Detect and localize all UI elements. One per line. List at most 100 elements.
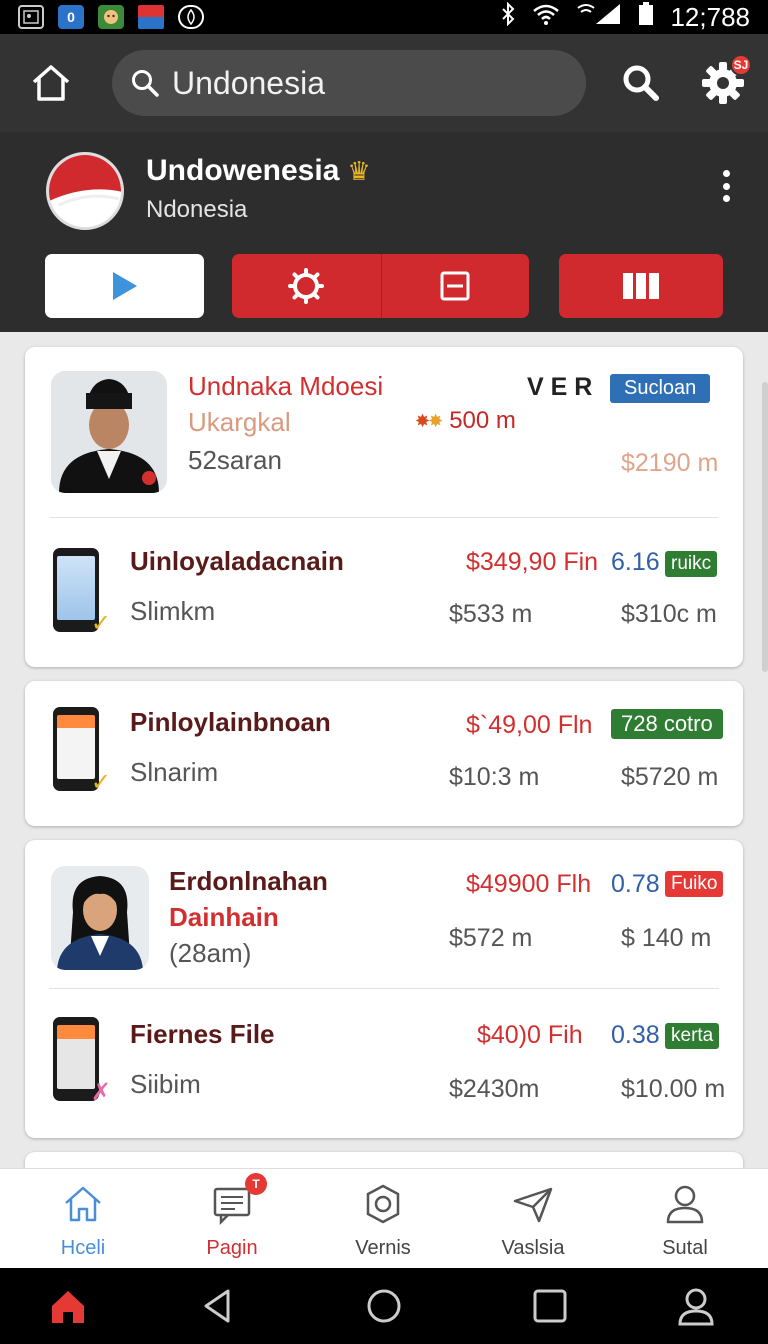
battery-icon	[638, 2, 654, 32]
gear-action-button[interactable]	[232, 254, 381, 318]
phone-icon: ✗	[53, 1017, 111, 1106]
status-bar: 0 12;788	[0, 0, 768, 34]
item-subtitle: Slnarim	[130, 757, 219, 787]
status-clock: 12;788	[670, 1, 750, 32]
nav-item-home[interactable]: Hceli	[8, 1169, 158, 1269]
game-icon	[98, 5, 124, 29]
crown-icon: ♛	[347, 156, 371, 186]
send-icon	[512, 1183, 554, 1225]
window-action-button[interactable]	[380, 254, 530, 318]
home-button[interactable]	[28, 60, 74, 106]
item-price: $`49,00 Fln	[466, 711, 593, 739]
scrollbar[interactable]	[762, 382, 768, 672]
back-button[interactable]	[198, 1286, 238, 1326]
item-score: 0.38	[611, 1021, 660, 1049]
nav-badge: T	[245, 1173, 267, 1195]
bluetooth-icon	[500, 1, 516, 32]
item-list[interactable]: Undnaka Mdoesi Ukargkal 52saran V E R Su…	[0, 332, 768, 1168]
item-title: Uinloyaladacnain	[130, 546, 344, 576]
system-status: 12;788	[500, 2, 750, 33]
item-subtitle: Ukargkal	[188, 407, 291, 437]
item-card[interactable]	[25, 1152, 743, 1168]
item-amount: $2430m	[449, 1075, 540, 1103]
settings-icon	[362, 1183, 404, 1225]
list-item[interactable]: ✗ Fiernes File Siibim $40)0 Fih 0.38 ker…	[25, 989, 743, 1138]
status-badge: ruikc	[665, 551, 718, 577]
list-item[interactable]: ✓ Pinloylainbnoan Slnarim $`49,00 Fln 72…	[25, 681, 743, 826]
item-subtitle: Siibim	[130, 1069, 201, 1099]
security-icon	[178, 5, 204, 29]
photo-icon	[18, 5, 44, 29]
item-detail: 52saran	[188, 445, 282, 475]
item-score: 0.78	[611, 870, 660, 898]
status-badge: Fuiko	[665, 871, 724, 897]
play-button[interactable]	[45, 254, 204, 318]
window-icon	[440, 271, 470, 301]
more-options-button[interactable]	[712, 166, 740, 206]
phone-icon: ✓	[53, 707, 111, 796]
item-amount: $ 140 m	[621, 924, 712, 952]
square-icon	[533, 1289, 567, 1323]
back-icon	[204, 1289, 230, 1323]
person-avatar	[51, 371, 167, 493]
item-amount: $5720 m	[621, 763, 719, 791]
message-icon: T	[211, 1173, 267, 1226]
item-title: Pinloylainbnoan	[130, 707, 331, 737]
nav-item-send[interactable]: Vaslsia	[458, 1169, 608, 1269]
account-button[interactable]	[676, 1286, 716, 1326]
status-badge: 728 cotro	[611, 709, 723, 739]
nav-item-settings[interactable]: Vernis	[308, 1169, 458, 1269]
circle-icon	[367, 1289, 401, 1323]
settings-button[interactable]: SJ	[700, 54, 752, 106]
gear-icon	[288, 268, 325, 304]
item-price: $40)0 Fih	[477, 1021, 583, 1049]
item-title: Undnaka Mdoesi	[188, 371, 384, 401]
bottom-navigation: Hceli T Pagin Vernis Vaslsia Sutal	[0, 1168, 768, 1268]
leaf-icon: ✸	[428, 410, 444, 431]
item-score: 6.16	[611, 548, 660, 576]
app-bar: Undonesia SJ	[0, 34, 768, 132]
person-icon	[678, 1288, 714, 1326]
item-amount: $572 m	[449, 924, 533, 952]
search-input[interactable]: Undonesia	[112, 50, 586, 116]
list-item[interactable]: ✓ Uinloyaladacnain Slimkm $349,90 Fin 6.…	[25, 518, 743, 667]
item-subtitle: Dainhain	[169, 902, 279, 932]
cross-check-icon: ✗	[90, 1079, 111, 1106]
play-icon	[112, 272, 137, 300]
status-badge: Sucloan	[610, 374, 711, 403]
action-row	[0, 254, 768, 318]
person-avatar	[51, 866, 149, 970]
app-0-icon: 0	[58, 5, 84, 29]
item-card[interactable]: Erdonlnahan Dainhain (28am) $49900 Flh 0…	[25, 840, 743, 1138]
check-icon: ✓	[90, 769, 111, 796]
indonesia-flag-icon	[49, 155, 121, 227]
nav-item-messages[interactable]: T Pagin	[157, 1169, 307, 1269]
item-amount: $10:3 m	[449, 763, 540, 791]
recents-button[interactable]	[530, 1286, 570, 1326]
item-amount: $2190 m	[621, 449, 719, 477]
home-circle-button[interactable]	[364, 1286, 404, 1326]
item-card[interactable]: Undnaka Mdoesi Ukargkal 52saran V E R Su…	[25, 347, 743, 667]
home-icon	[62, 1183, 104, 1225]
item-card[interactable]: ✓ Pinloylainbnoan Slnarim $`49,00 Fln 72…	[25, 681, 743, 826]
check-icon: ✓	[90, 610, 111, 637]
profile-name: Undowenesia ♛	[146, 154, 371, 187]
item-price: $349,90 Fin	[466, 548, 599, 576]
profile-header: Undowenesia ♛ Ndonesia	[0, 132, 768, 332]
signal-icon	[576, 2, 622, 32]
search-button[interactable]	[618, 60, 664, 106]
rating: ✸ ✸ 500 m	[415, 407, 516, 434]
flag-avatar[interactable]	[46, 152, 124, 230]
home-icon	[32, 65, 70, 101]
tool-button-group	[232, 254, 529, 318]
ver-label: V E R	[527, 373, 593, 401]
flag-icon	[138, 5, 164, 29]
columns-button[interactable]	[559, 254, 723, 318]
item-price: $49900 Flh	[466, 870, 592, 898]
nav-item-profile[interactable]: Sutal	[610, 1169, 760, 1269]
wifi-icon	[532, 3, 560, 31]
list-item[interactable]: Erdonlnahan Dainhain (28am) $49900 Flh 0…	[25, 840, 743, 988]
system-home-button[interactable]	[48, 1286, 88, 1326]
list-item[interactable]: Undnaka Mdoesi Ukargkal 52saran V E R Su…	[25, 347, 743, 517]
search-query: Undonesia	[172, 64, 325, 101]
